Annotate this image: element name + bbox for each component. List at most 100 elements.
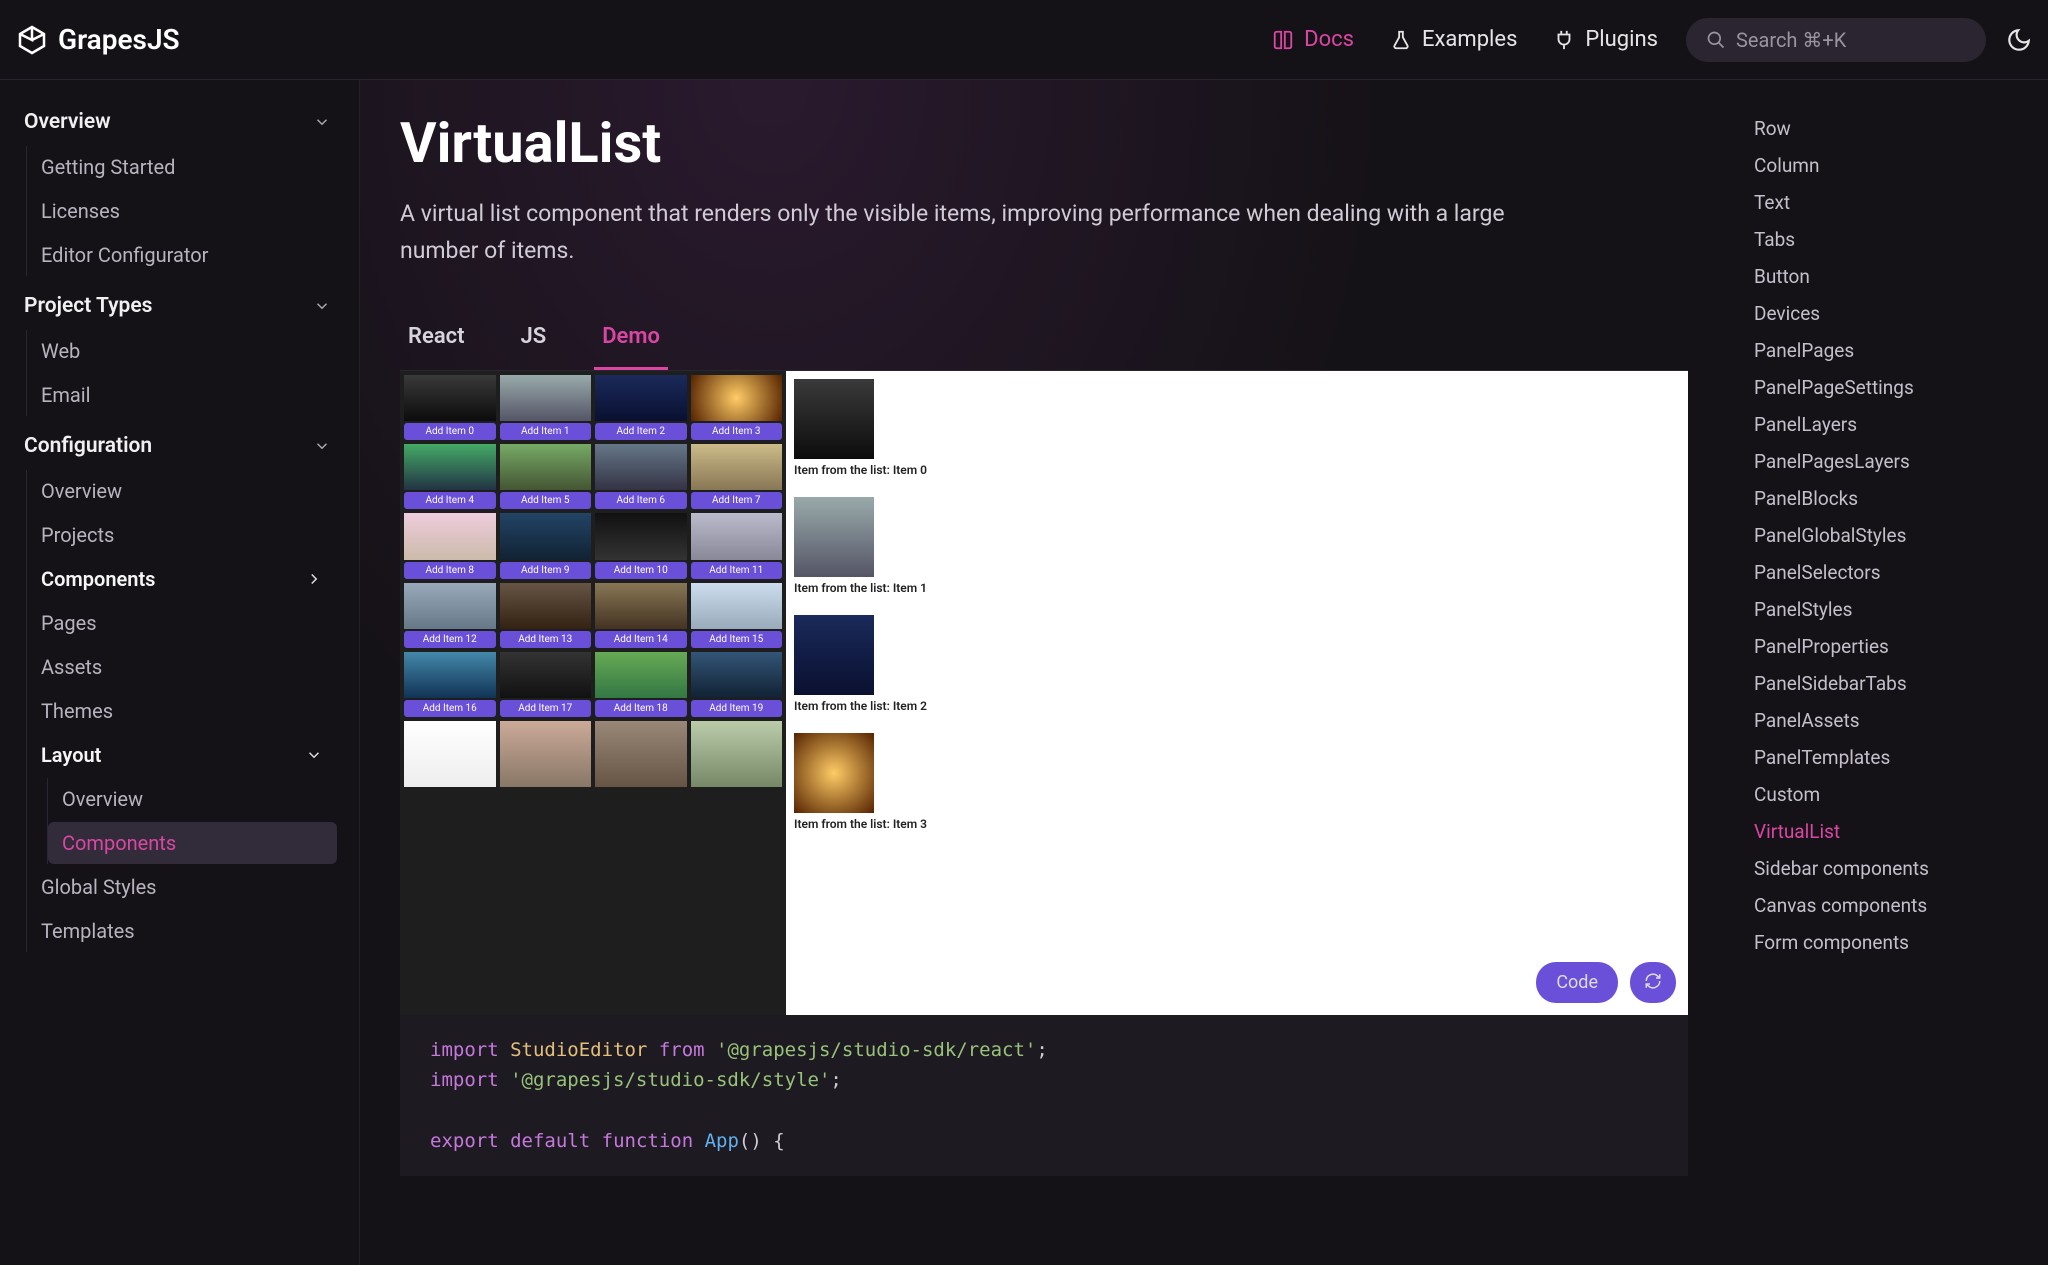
topbar: GrapesJS Docs Examples Plugins Search ⌘+…	[0, 0, 2048, 80]
toc-item-canvas-components[interactable]: Canvas components	[1748, 887, 2028, 924]
list-item-label: Item from the list: Item 1	[794, 581, 1680, 595]
toc-item-paneltemplates[interactable]: PanelTemplates	[1748, 739, 2028, 776]
add-item-button[interactable]: Add Item 14	[595, 631, 687, 648]
thumbnail-image	[691, 583, 783, 629]
demo-thumb: Add Item 6	[595, 444, 687, 509]
add-item-button[interactable]: Add Item 15	[691, 631, 783, 648]
add-item-button[interactable]: Add Item 3	[691, 423, 783, 440]
toc-item-button[interactable]: Button	[1748, 258, 2028, 295]
sidebar-item-projects[interactable]: Projects	[27, 514, 337, 556]
thumbnail-image	[500, 444, 592, 490]
toc-item-row[interactable]: Row	[1748, 110, 2028, 147]
toc-item-panelstyles[interactable]: PanelStyles	[1748, 591, 2028, 628]
list-item: Item from the list: Item 3	[794, 733, 1680, 831]
sidebar-item-licenses[interactable]: Licenses	[27, 190, 337, 232]
add-item-button[interactable]: Add Item 10	[595, 562, 687, 579]
tab-demo[interactable]: Demo	[594, 310, 668, 370]
code-button[interactable]: Code	[1536, 962, 1618, 1003]
add-item-button[interactable]: Add Item 8	[404, 562, 496, 579]
book-icon	[1272, 29, 1294, 51]
sidebar-item-email[interactable]: Email	[27, 374, 337, 416]
add-item-button[interactable]: Add Item 12	[404, 631, 496, 648]
nav-docs[interactable]: Docs	[1272, 27, 1354, 52]
demo-thumb: Add Item 1	[500, 375, 592, 440]
thumbnail-image	[404, 652, 496, 698]
sidebar-item-layout-components[interactable]: Components	[48, 822, 337, 864]
toc-item-text[interactable]: Text	[1748, 184, 2028, 221]
sidebar-item-layout[interactable]: Layout	[27, 734, 337, 776]
theme-toggle[interactable]	[2006, 27, 2032, 53]
search-input[interactable]: Search ⌘+K	[1686, 18, 1986, 62]
thumbnail-image	[595, 583, 687, 629]
add-item-button[interactable]: Add Item 4	[404, 492, 496, 509]
sidebar-section-project-types[interactable]: Project Types	[12, 284, 343, 328]
add-item-button[interactable]: Add Item 9	[500, 562, 592, 579]
plug-icon	[1553, 29, 1575, 51]
sidebar-item-components[interactable]: Components	[27, 558, 337, 600]
toc-item-column[interactable]: Column	[1748, 147, 2028, 184]
toc-item-tabs[interactable]: Tabs	[1748, 221, 2028, 258]
page-description: A virtual list component that renders on…	[400, 196, 1580, 270]
toc-item-panelproperties[interactable]: PanelProperties	[1748, 628, 2028, 665]
add-item-button[interactable]: Add Item 7	[691, 492, 783, 509]
sidebar-item-templates[interactable]: Templates	[27, 910, 337, 952]
demo-thumb: Add Item 7	[691, 444, 783, 509]
demo-virtual-list: Item from the list: Item 0Item from the …	[786, 371, 1688, 1015]
toc-item-devices[interactable]: Devices	[1748, 295, 2028, 332]
toc-item-panelpages[interactable]: PanelPages	[1748, 332, 2028, 369]
demo-thumb: Add Item 19	[691, 652, 783, 717]
refresh-button[interactable]	[1630, 962, 1676, 1003]
toc-item-panelglobalstyles[interactable]: PanelGlobalStyles	[1748, 517, 2028, 554]
toc-item-form-components[interactable]: Form components	[1748, 924, 2028, 961]
sidebar-item-themes[interactable]: Themes	[27, 690, 337, 732]
sidebar-item-web[interactable]: Web	[27, 330, 337, 372]
sidebar-item-global-styles[interactable]: Global Styles	[27, 866, 337, 908]
toc-item-panelsidebartabs[interactable]: PanelSidebarTabs	[1748, 665, 2028, 702]
toc-item-virtuallist[interactable]: VirtualList	[1748, 813, 2028, 850]
add-item-button[interactable]: Add Item 18	[595, 700, 687, 717]
add-item-button[interactable]: Add Item 16	[404, 700, 496, 717]
toc-item-custom[interactable]: Custom	[1748, 776, 2028, 813]
toc-item-sidebar-components[interactable]: Sidebar components	[1748, 850, 2028, 887]
demo-thumb: Add Item 10	[595, 513, 687, 578]
refresh-icon	[1644, 972, 1662, 990]
toc-item-panelassets[interactable]: PanelAssets	[1748, 702, 2028, 739]
thumbnail-image	[691, 375, 783, 421]
add-item-button[interactable]: Add Item 0	[404, 423, 496, 440]
tab-js[interactable]: JS	[513, 310, 555, 370]
add-item-button[interactable]: Add Item 1	[500, 423, 592, 440]
add-item-button[interactable]: Add Item 11	[691, 562, 783, 579]
search-icon	[1706, 30, 1726, 50]
sidebar-section-configuration[interactable]: Configuration	[12, 424, 343, 468]
demo-thumb: Add Item 4	[404, 444, 496, 509]
tab-react[interactable]: React	[400, 310, 473, 370]
add-item-button[interactable]: Add Item 5	[500, 492, 592, 509]
chevron-down-icon	[313, 113, 331, 131]
demo-thumb: Add Item 17	[500, 652, 592, 717]
brand-logo[interactable]: GrapesJS	[16, 23, 180, 56]
toc-item-panelpageslayers[interactable]: PanelPagesLayers	[1748, 443, 2028, 480]
sidebar-item-getting-started[interactable]: Getting Started	[27, 146, 337, 188]
sidebar-item-assets[interactable]: Assets	[27, 646, 337, 688]
add-item-button[interactable]: Add Item 6	[595, 492, 687, 509]
sidebar-item-editor-configurator[interactable]: Editor Configurator	[27, 234, 337, 276]
search-placeholder: Search ⌘+K	[1736, 28, 1846, 52]
toc-item-panelblocks[interactable]: PanelBlocks	[1748, 480, 2028, 517]
nav-examples[interactable]: Examples	[1390, 27, 1517, 52]
tabs: React JS Demo	[400, 310, 1688, 371]
chevron-down-icon	[313, 297, 331, 315]
sidebar-section-overview[interactable]: Overview	[12, 100, 343, 144]
add-item-button[interactable]: Add Item 13	[500, 631, 592, 648]
add-item-button[interactable]: Add Item 17	[500, 700, 592, 717]
sidebar-item-layout-overview[interactable]: Overview	[48, 778, 337, 820]
toc-item-panelselectors[interactable]: PanelSelectors	[1748, 554, 2028, 591]
add-item-button[interactable]: Add Item 2	[595, 423, 687, 440]
add-item-button[interactable]: Add Item 19	[691, 700, 783, 717]
sidebar-item-overview[interactable]: Overview	[27, 470, 337, 512]
sidebar-item-pages[interactable]: Pages	[27, 602, 337, 644]
thumbnail-image	[691, 652, 783, 698]
nav-plugins[interactable]: Plugins	[1553, 27, 1658, 52]
thumbnail-image	[595, 375, 687, 421]
toc-item-panellayers[interactable]: PanelLayers	[1748, 406, 2028, 443]
toc-item-panelpagesettings[interactable]: PanelPageSettings	[1748, 369, 2028, 406]
